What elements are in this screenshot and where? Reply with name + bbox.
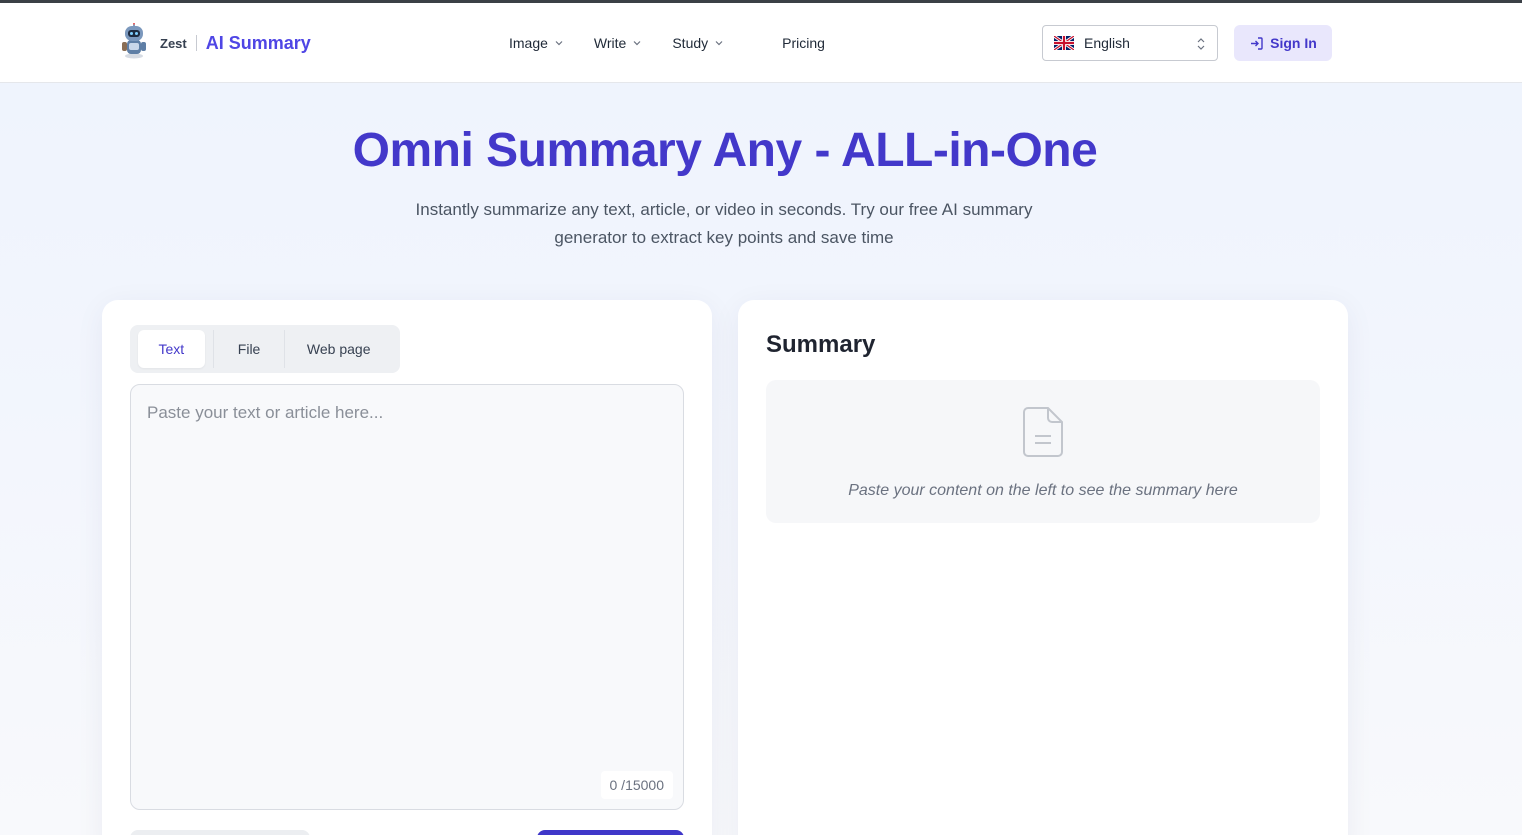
page-title: Omni Summary Any - ALL-in-One — [352, 124, 1098, 177]
options-control[interactable] — [130, 830, 310, 835]
language-select[interactable]: English — [1042, 25, 1218, 61]
main-nav: Image Write Study Pricing — [509, 3, 855, 83]
chevron-down-icon — [715, 41, 723, 46]
document-icon — [1023, 407, 1063, 457]
chevron-up-down-icon — [1197, 38, 1205, 50]
brand-zest-label: Zest — [160, 35, 187, 51]
tab-file[interactable]: File — [212, 330, 285, 368]
nav-item-label: Pricing — [782, 35, 825, 51]
nav-item-label: Write — [593, 35, 627, 51]
nav-image-dropdown[interactable]: Image — [509, 35, 564, 51]
input-panel: Text File Web page 0 /15000 — [102, 300, 712, 835]
brand-logo[interactable]: Zest AI Summary — [118, 22, 311, 64]
page-subtitle: Instantly summarize any text, article, o… — [415, 200, 1033, 247]
summary-output: Paste your content on the left to see th… — [766, 380, 1320, 523]
nav-write-dropdown[interactable]: Write — [594, 35, 642, 51]
nav-item-label: Image — [509, 35, 548, 51]
summary-title: Summary — [766, 331, 876, 358]
summary-empty-message: Paste your content on the left to see th… — [848, 482, 1238, 499]
input-mode-tabs: Text File Web page — [130, 325, 400, 373]
brand-divider — [195, 35, 197, 51]
nav-pricing-link[interactable]: Pricing — [782, 35, 825, 51]
robot-mascot-icon — [118, 22, 150, 64]
uk-flag-icon — [1054, 36, 1074, 50]
character-counter: 0 /15000 — [600, 771, 673, 799]
text-input-container: 0 /15000 — [130, 384, 684, 810]
site-header: Zest AI Summary Image Write Study Pricin… — [0, 3, 1522, 83]
nav-item-label: Study — [672, 35, 709, 51]
brand-title: AI Summary — [205, 32, 311, 53]
tab-web-page[interactable]: Web page — [284, 330, 392, 368]
sign-in-button[interactable]: Sign In — [1234, 25, 1332, 61]
sign-in-icon — [1251, 36, 1263, 50]
sign-in-label: Sign In — [1270, 35, 1317, 51]
language-value: English — [1084, 35, 1130, 51]
chevron-down-icon — [555, 41, 563, 46]
text-input[interactable] — [131, 385, 683, 809]
summarize-button[interactable] — [537, 830, 684, 835]
chevron-down-icon — [633, 41, 641, 46]
tab-text[interactable]: Text — [138, 330, 205, 368]
nav-study-dropdown[interactable]: Study — [672, 35, 724, 51]
summary-panel: Summary Paste your content on the left t… — [738, 300, 1348, 835]
